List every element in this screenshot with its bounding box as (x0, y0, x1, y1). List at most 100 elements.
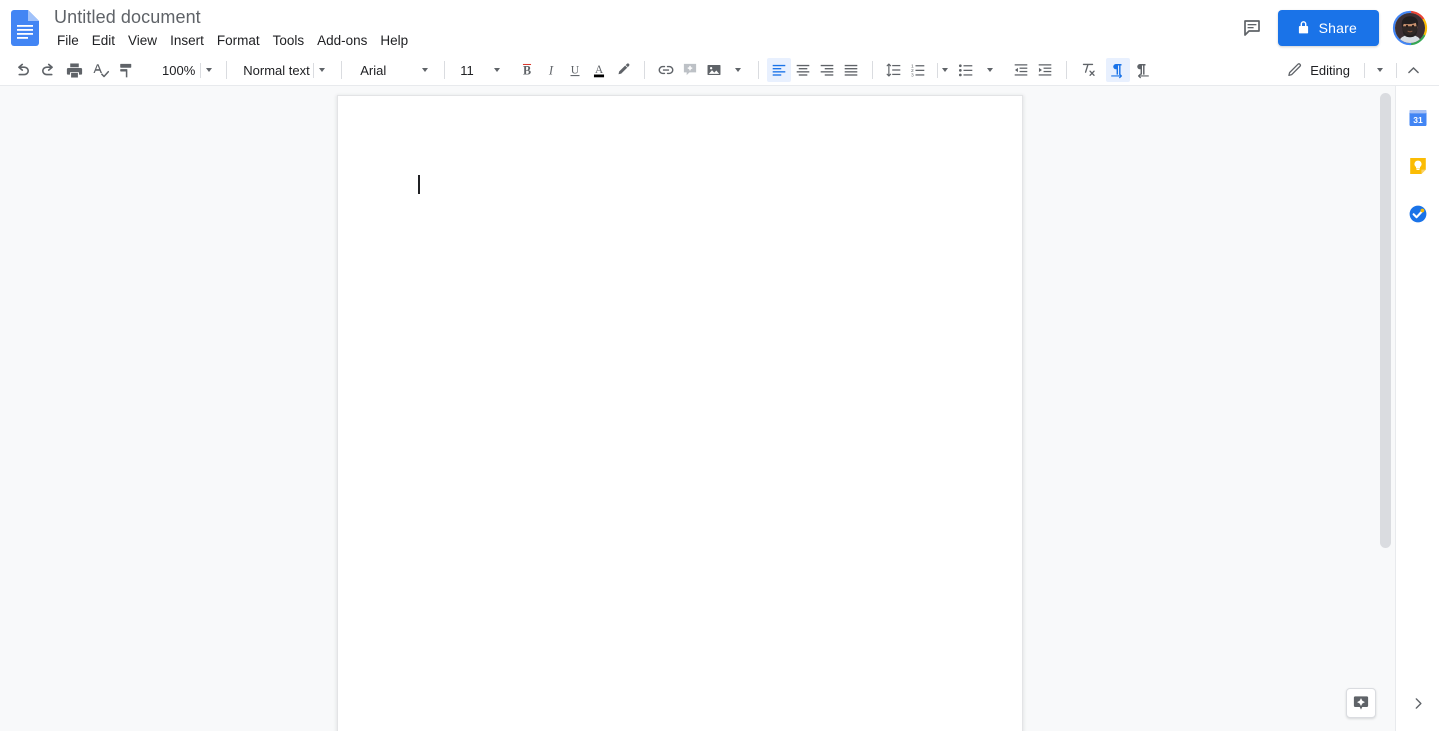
explore-button[interactable] (1346, 688, 1376, 718)
underline-icon[interactable]: U (563, 58, 587, 82)
explore-icon (1353, 696, 1369, 710)
chevron-down-icon (735, 68, 742, 72)
numbered-list-icon[interactable]: 123 (906, 58, 930, 82)
decrease-indent-icon[interactable] (1009, 58, 1033, 82)
paragraph-style-control[interactable]: Normal text (237, 58, 329, 82)
zoom-divider (200, 62, 202, 78)
align-justify-icon[interactable] (839, 58, 863, 82)
editing-mode-label: Editing (1310, 62, 1350, 78)
google-calendar-icon[interactable]: 31 (1402, 102, 1434, 134)
print-icon[interactable] (61, 58, 87, 82)
font-size-control[interactable]: 11 (454, 58, 504, 82)
chevron-up-icon (1407, 66, 1419, 73)
zoom-control[interactable]: 100% (156, 58, 216, 82)
menu-format[interactable]: Format (211, 31, 266, 50)
toolbar-separator (1066, 61, 1068, 79)
chevron-down-icon (1377, 68, 1383, 72)
chevron-down-icon (941, 68, 948, 72)
collapse-toolbar-button[interactable] (1401, 58, 1425, 82)
comment-history-icon[interactable] (1234, 10, 1270, 46)
italic-icon[interactable]: I (539, 58, 563, 82)
bulleted-list-icon[interactable] (954, 58, 978, 82)
paint-format-icon[interactable] (113, 58, 139, 82)
bold-icon[interactable]: B (515, 58, 539, 82)
insert-image-icon[interactable] (702, 58, 726, 82)
title-bar: Untitled document File Edit View Insert … (0, 0, 1439, 55)
expand-side-panel-button[interactable] (1402, 687, 1434, 719)
google-docs-window: Untitled document File Edit View Insert … (0, 0, 1439, 731)
titlebar-actions: Share (1234, 0, 1439, 55)
document-page[interactable] (337, 95, 1023, 731)
chevron-down-icon (319, 68, 326, 72)
docs-file-icon[interactable] (11, 10, 39, 46)
side-panel-rail: 31 (1395, 86, 1439, 731)
align-right-icon[interactable] (815, 58, 839, 82)
menu-bar: File Edit View Insert Format Tools Add-o… (51, 31, 415, 50)
calendar-day-label: 31 (1413, 115, 1423, 125)
formatting-toolbar: 100% Normal text Arial 11 B I U A 1 2 3 … (0, 55, 1439, 86)
document-canvas (0, 86, 1395, 731)
title-block: Untitled document (51, 4, 204, 30)
chevron-down-icon (206, 68, 213, 72)
toolbar-separator (758, 61, 760, 79)
vertical-scrollbar[interactable] (1380, 86, 1391, 731)
style-divider (313, 62, 315, 78)
align-left-icon[interactable] (767, 58, 792, 82)
increase-indent-icon[interactable] (1033, 58, 1057, 82)
paragraph-style-value: Normal text (243, 62, 310, 78)
collapse-divider (1396, 62, 1397, 78)
font-size-value: 11 (460, 62, 474, 78)
menu-tools[interactable]: Tools (267, 31, 311, 50)
svg-text:I: I (548, 64, 554, 78)
pencil-icon (1288, 62, 1302, 76)
left-to-right-icon[interactable] (1106, 58, 1131, 82)
google-tasks-icon[interactable] (1402, 198, 1434, 230)
toolbar-separator (872, 61, 874, 79)
menu-file[interactable]: File (51, 31, 85, 50)
menu-help[interactable]: Help (374, 31, 414, 50)
insert-image-dropdown[interactable] (726, 58, 750, 82)
lock-icon (1298, 21, 1308, 34)
avatar-photo (1395, 12, 1425, 43)
align-center-icon[interactable] (791, 58, 815, 82)
font-family-control[interactable]: Arial (354, 58, 432, 82)
user-avatar[interactable] (1392, 10, 1428, 46)
text-cursor (418, 175, 420, 194)
chevron-down-icon (494, 68, 501, 72)
share-button-label: Share (1318, 19, 1357, 36)
highlight-color-icon[interactable] (611, 58, 635, 82)
numbered-list-dropdown[interactable] (930, 58, 954, 82)
bulleted-list-dropdown[interactable] (978, 58, 1002, 82)
chevron-down-icon (422, 68, 429, 72)
toolbar-separator (444, 61, 446, 79)
toolbar-separator (644, 61, 646, 79)
text-color-icon[interactable]: A (587, 58, 611, 82)
menu-insert[interactable]: Insert (164, 31, 210, 50)
list-divider (936, 62, 938, 78)
svg-text:3: 3 (911, 73, 914, 79)
menu-addons[interactable]: Add-ons (311, 31, 373, 50)
line-spacing-icon[interactable] (882, 58, 906, 82)
svg-text:A: A (595, 64, 604, 76)
zoom-value: 100% (162, 62, 196, 78)
editing-mode-dropdown[interactable] (1368, 58, 1392, 82)
share-button[interactable]: Share (1277, 9, 1379, 46)
font-family-value: Arial (360, 62, 387, 78)
add-comment-icon[interactable] (678, 58, 702, 82)
spellcheck-icon[interactable] (87, 58, 113, 82)
scrollbar-thumb[interactable] (1380, 93, 1391, 548)
undo-icon[interactable] (9, 58, 35, 82)
toolbar-separator (226, 61, 228, 79)
menu-edit[interactable]: Edit (86, 31, 121, 50)
clear-formatting-icon[interactable] (1076, 58, 1100, 82)
document-title[interactable]: Untitled document (51, 4, 204, 30)
right-to-left-icon[interactable] (1130, 58, 1154, 82)
chevron-down-icon (987, 68, 994, 72)
menu-view[interactable]: View (122, 31, 163, 50)
redo-icon[interactable] (35, 58, 61, 82)
google-keep-icon[interactable] (1402, 150, 1434, 182)
editing-mode-button[interactable]: Editing (1279, 58, 1357, 82)
mode-divider (1364, 62, 1365, 78)
toolbar-separator (341, 61, 343, 79)
insert-link-icon[interactable] (654, 58, 678, 82)
